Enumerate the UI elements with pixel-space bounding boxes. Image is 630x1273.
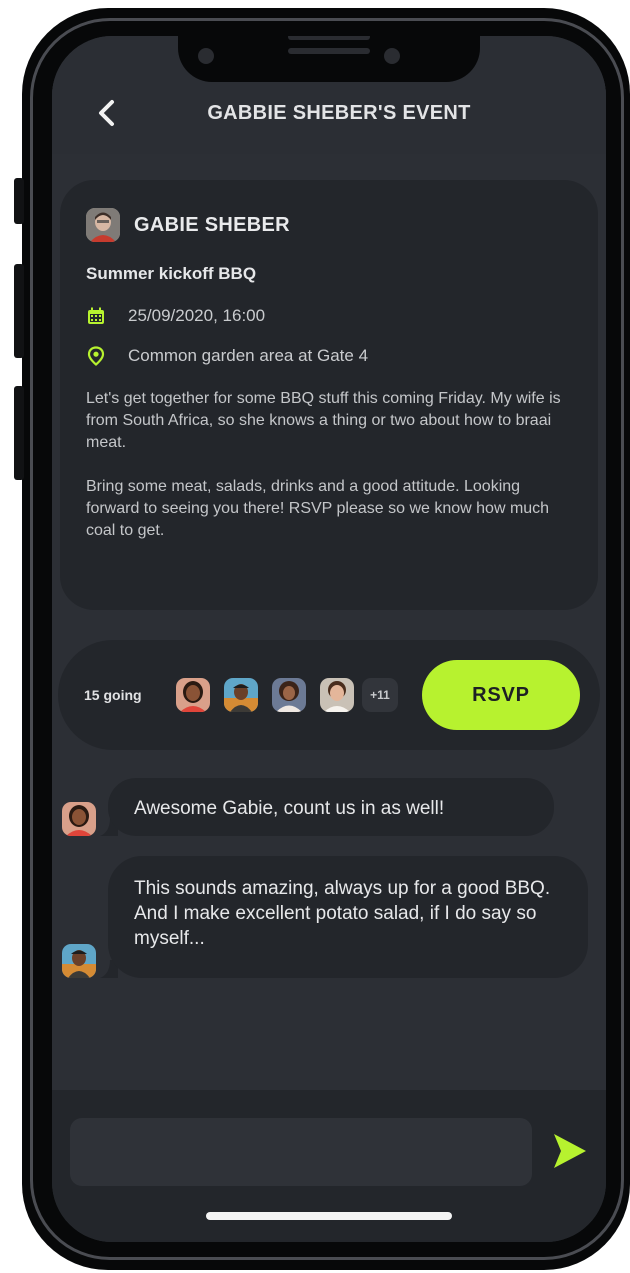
chat-message: This sounds amazing, always up for a goo… (108, 856, 588, 978)
app-screen: GABBIE SHEBER'S EVENT GABIE SHEBER Summe… (52, 36, 606, 1242)
volume-down-button (14, 386, 24, 480)
chat-message: Awesome Gabie, count us in as well! (108, 778, 554, 836)
more-attendees-badge[interactable]: +11 (362, 678, 398, 712)
message-avatar[interactable] (62, 944, 96, 978)
attendance-card: 15 going +11 RSVP (58, 640, 600, 750)
message-avatar[interactable] (62, 802, 96, 836)
notch (178, 36, 480, 82)
sensor-dot (384, 48, 400, 64)
camera-dot (198, 48, 214, 64)
host-row: GABIE SHEBER (86, 208, 572, 242)
send-button[interactable] (552, 1132, 588, 1170)
going-count: 15 going (84, 687, 142, 703)
event-date: 25/09/2020, 16:00 (128, 306, 266, 325)
page-title: GABBIE SHEBER'S EVENT (207, 102, 471, 124)
event-location-row: Common garden area at Gate 4 (86, 346, 572, 366)
host-avatar[interactable] (86, 208, 120, 242)
description-paragraph: Bring some meat, salads, drinks and a go… (86, 478, 550, 539)
event-date-row: 25/09/2020, 16:00 (86, 306, 572, 326)
event-title: Summer kickoff BBQ (86, 264, 257, 283)
header: GABBIE SHEBER'S EVENT (52, 80, 606, 154)
attendee-avatar[interactable] (320, 678, 354, 712)
attendee-avatar[interactable] (176, 678, 210, 712)
rsvp-button[interactable]: RSVP (422, 660, 580, 730)
mute-switch (14, 178, 24, 224)
speaker-grille (288, 48, 370, 54)
calendar-icon (86, 306, 106, 326)
volume-up-button (14, 264, 24, 358)
speaker-grille (288, 36, 370, 40)
home-indicator[interactable] (206, 1212, 452, 1220)
host-name: GABIE SHEBER (134, 213, 290, 236)
event-location: Common garden area at Gate 4 (128, 346, 369, 365)
message-input[interactable] (70, 1118, 532, 1186)
location-pin-icon (86, 346, 106, 366)
event-description: Let's get together for some BBQ stuff th… (86, 388, 572, 542)
event-card: GABIE SHEBER Summer kickoff BBQ 25/09/20… (60, 180, 598, 610)
attendee-avatar[interactable] (272, 678, 306, 712)
send-icon (554, 1134, 586, 1168)
description-paragraph: Let's get together for some BBQ stuff th… (86, 390, 561, 451)
attendee-avatar[interactable] (224, 678, 258, 712)
message-composer (52, 1090, 606, 1242)
